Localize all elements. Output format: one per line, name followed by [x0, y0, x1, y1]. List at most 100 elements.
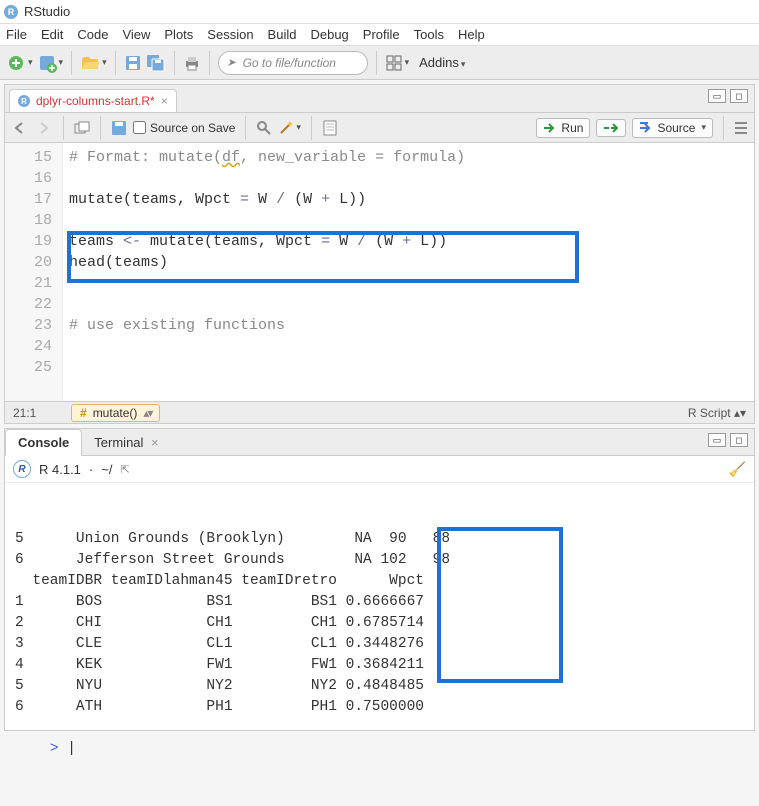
- updown-arrows-icon: ▴▾: [143, 406, 151, 420]
- editor-statusbar: 21:1 # mutate() ▴▾ R Script ▴▾: [5, 401, 754, 423]
- scope-fn-name: mutate(): [93, 406, 138, 420]
- tab-terminal-label: Terminal: [94, 435, 143, 450]
- pane-maximize-button[interactable]: ◻: [730, 433, 748, 447]
- toolbar-separator: [209, 51, 210, 75]
- line-gutter: 1516171819202122232425: [5, 143, 63, 401]
- menu-file[interactable]: File: [6, 27, 27, 42]
- source-label: Source: [657, 121, 695, 135]
- notebook-icon: [322, 120, 338, 136]
- menu-help[interactable]: Help: [458, 27, 485, 42]
- toolbar-separator: [100, 116, 101, 140]
- print-button[interactable]: [183, 54, 201, 72]
- toolbar-separator: [63, 116, 64, 140]
- close-icon[interactable]: ×: [151, 435, 159, 450]
- goto-file-input[interactable]: Go to file/function: [218, 51, 368, 75]
- menu-plots[interactable]: Plots: [164, 27, 193, 42]
- console-output[interactable]: 5 Union Grounds (Brooklyn) NA 90 886 Jef…: [5, 483, 754, 806]
- hash-icon: #: [80, 406, 87, 420]
- menu-session[interactable]: Session: [207, 27, 253, 42]
- menu-profile[interactable]: Profile: [363, 27, 400, 42]
- editor-toolbar: Source on Save Run Source: [5, 113, 754, 143]
- find-button[interactable]: [256, 120, 272, 136]
- console-info: R R 4.1.1 · ~/ ⇱ 🧹: [5, 456, 754, 483]
- pane-maximize-button[interactable]: ◻: [730, 89, 748, 103]
- floppy-icon: [124, 54, 142, 72]
- compile-report-button[interactable]: [322, 120, 338, 136]
- folder-open-icon: [80, 53, 100, 73]
- new-file-icon: [6, 53, 26, 73]
- floppy-icon: [111, 120, 127, 136]
- grid-view-button[interactable]: [385, 54, 410, 72]
- code-lines: # Format: mutate(df, new_variable = form…: [63, 143, 754, 382]
- code-editor[interactable]: 1516171819202122232425 # Format: mutate(…: [5, 143, 754, 401]
- rerun-icon: [603, 122, 619, 134]
- run-label: Run: [561, 121, 583, 135]
- pane-minmax: ▭ ◻: [708, 89, 748, 103]
- source-pane: R dplyr-columns-start.R* × ▭ ◻ Source on…: [4, 84, 755, 424]
- open-file-button[interactable]: [80, 53, 107, 73]
- menu-tools[interactable]: Tools: [414, 27, 444, 42]
- outline-icon: [734, 121, 748, 135]
- window-title: RStudio: [24, 4, 70, 19]
- toolbar-separator: [723, 116, 724, 140]
- pane-minimize-button[interactable]: ▭: [708, 89, 726, 103]
- source-on-save-toggle[interactable]: Source on Save: [133, 121, 235, 135]
- save-all-button[interactable]: [146, 54, 166, 72]
- tab-terminal[interactable]: Terminal ×: [82, 430, 171, 455]
- new-file-button[interactable]: [6, 53, 33, 73]
- scope-navigator[interactable]: # mutate() ▴▾: [71, 404, 160, 422]
- close-tab-button[interactable]: ×: [161, 94, 168, 108]
- tab-filename: dplyr-columns-start.R*: [36, 94, 155, 108]
- save-button[interactable]: [124, 54, 142, 72]
- cursor-position: 21:1: [13, 406, 63, 420]
- editor-tab[interactable]: R dplyr-columns-start.R* ×: [9, 89, 177, 112]
- clear-console-button[interactable]: 🧹: [729, 461, 746, 478]
- r-path-sep: ·: [89, 462, 93, 477]
- arrow-right-icon: [35, 121, 53, 135]
- language-mode[interactable]: R Script ▴▾: [688, 406, 746, 420]
- editor-tabstrip: R dplyr-columns-start.R* × ▭ ◻: [5, 85, 754, 113]
- working-dir: ~/: [101, 462, 112, 477]
- source-on-save-checkbox[interactable]: [133, 121, 146, 134]
- addins-menu[interactable]: Addins: [413, 55, 471, 70]
- tab-console[interactable]: Console: [5, 429, 82, 456]
- menu-build[interactable]: Build: [268, 27, 297, 42]
- pane-minimize-button[interactable]: ▭: [708, 433, 726, 447]
- r-logo-icon: R: [13, 460, 31, 478]
- rerun-button[interactable]: [596, 119, 626, 137]
- nav-back-button[interactable]: [11, 121, 29, 135]
- toolbar-separator: [174, 51, 175, 75]
- menu-debug[interactable]: Debug: [310, 27, 348, 42]
- new-project-button[interactable]: [37, 53, 64, 73]
- toolbar-separator: [311, 116, 312, 140]
- menu-code[interactable]: Code: [77, 27, 108, 42]
- console-tabstrip: Console Terminal × ▭ ◻: [5, 429, 754, 456]
- run-button[interactable]: Run: [536, 118, 590, 138]
- popout-icon: [74, 121, 90, 135]
- main-toolbar: Go to file/function Addins: [0, 46, 759, 80]
- source-arrow-icon: [639, 122, 653, 134]
- window-titlebar: R RStudio: [0, 0, 759, 24]
- grid-icon: [385, 54, 403, 72]
- outline-button[interactable]: [734, 121, 748, 135]
- run-arrow-icon: [543, 122, 557, 134]
- console-pane: Console Terminal × ▭ ◻ R R 4.1.1 · ~/ ⇱ …: [4, 428, 755, 731]
- arrow-left-icon: [11, 121, 29, 135]
- code-tools-button[interactable]: [278, 120, 301, 136]
- nav-forward-button[interactable]: [35, 121, 53, 135]
- wand-icon: [278, 120, 294, 136]
- source-button[interactable]: Source: [632, 118, 713, 138]
- save-file-button[interactable]: [111, 120, 127, 136]
- r-version: R 4.1.1: [39, 462, 81, 477]
- menu-view[interactable]: View: [122, 27, 150, 42]
- popout-icon[interactable]: ⇱: [120, 463, 129, 476]
- r-file-icon: R: [18, 95, 30, 107]
- menu-edit[interactable]: Edit: [41, 27, 63, 42]
- new-project-icon: [37, 53, 57, 73]
- menu-bar: File Edit Code View Plots Session Build …: [0, 24, 759, 46]
- toolbar-separator: [376, 51, 377, 75]
- show-in-new-window-button[interactable]: [74, 121, 90, 135]
- pane-minmax: ▭ ◻: [708, 433, 748, 447]
- goto-file-placeholder: Go to file/function: [243, 56, 336, 70]
- toolbar-separator: [115, 51, 116, 75]
